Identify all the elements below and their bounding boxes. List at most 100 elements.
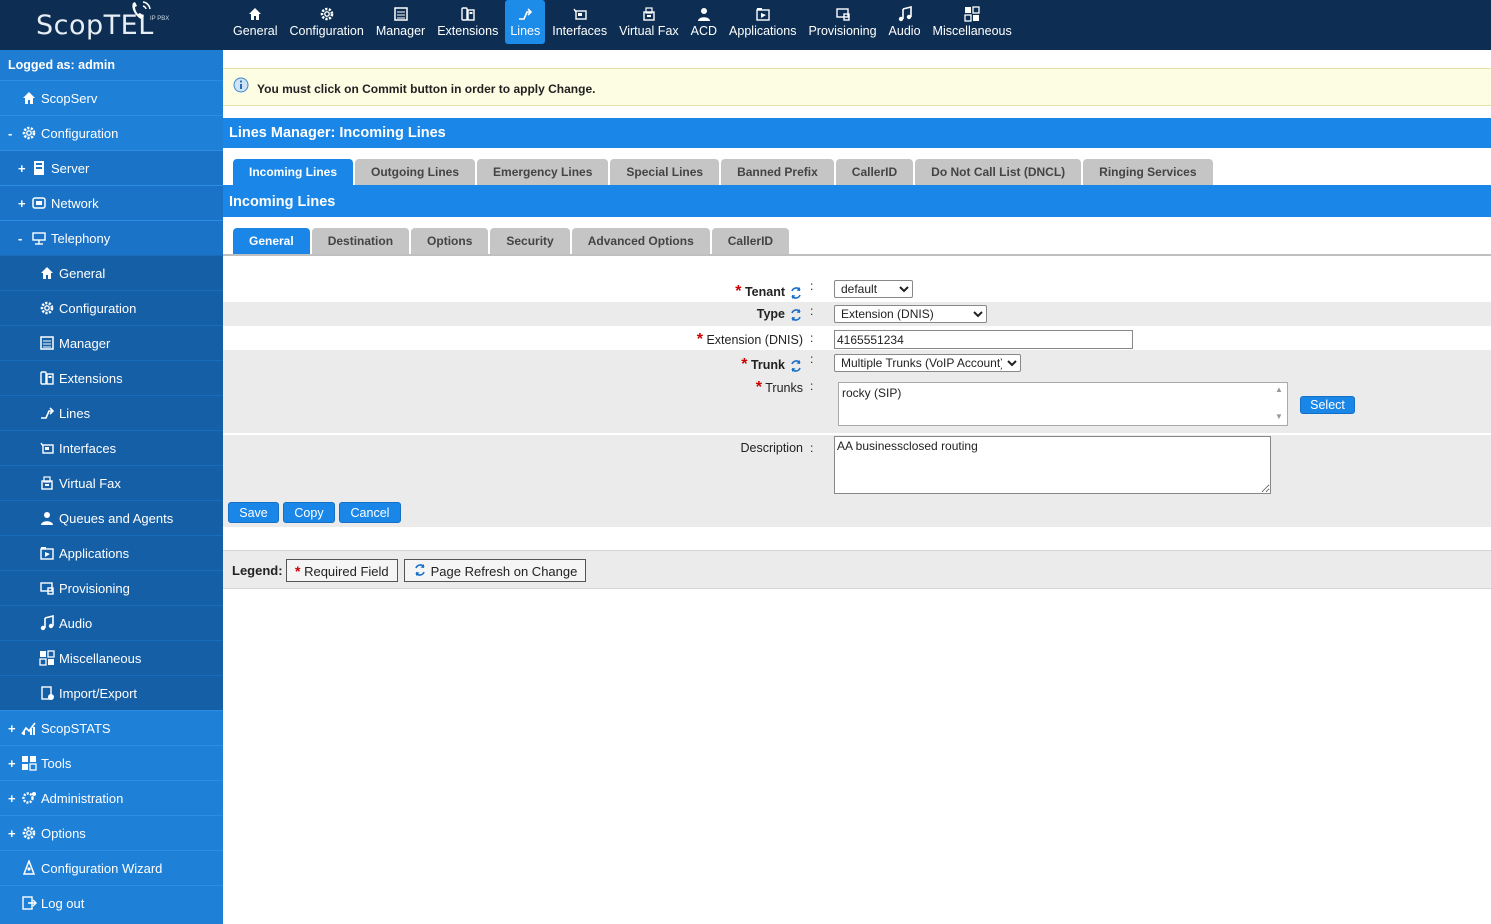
sidebar-item-import-export[interactable]: Import/Export <box>0 675 223 710</box>
tab-ringing-services[interactable]: Ringing Services <box>1083 159 1213 186</box>
expand-toggle[interactable]: + <box>18 196 30 211</box>
expand-toggle[interactable]: + <box>8 826 20 841</box>
topnav-applications[interactable]: Applications <box>724 0 801 44</box>
home-icon <box>249 8 262 20</box>
listbox-scrollbar[interactable]: ▲ ▼ <box>1273 385 1285 423</box>
subtab-security[interactable]: Security <box>490 228 570 255</box>
sidebar-item-extensions[interactable]: Extensions <box>0 360 223 395</box>
tab-banned-prefix[interactable]: Banned Prefix <box>721 159 834 186</box>
gear-icon <box>22 826 36 840</box>
sidebar-item-label: Provisioning <box>59 580 130 596</box>
colon: : <box>810 304 814 318</box>
type-select[interactable]: Extension (DNIS) <box>834 305 987 323</box>
sidebar-item-virtual-fax[interactable]: Virtual Fax <box>0 465 223 500</box>
required-icon: * <box>696 331 703 348</box>
topnav-provisioning[interactable]: Provisioning <box>803 0 881 44</box>
trunks-listbox[interactable]: rocky (SIP) ▲ ▼ <box>838 382 1288 426</box>
topnav-acd[interactable]: ACD <box>686 0 722 44</box>
page-title: Lines Manager: Incoming Lines <box>223 118 1491 148</box>
topnav-manager[interactable]: Manager <box>371 0 430 44</box>
top-bar: ScopTEL IP PBX General Configuration Manag… <box>0 0 1491 50</box>
sidebar-item-log-out[interactable]: Log out <box>0 885 223 920</box>
topnav-general[interactable]: General <box>228 0 282 44</box>
sidebar-item-scopstats[interactable]: + ScopSTATS <box>0 710 223 745</box>
tab-incoming-lines[interactable]: Incoming Lines <box>233 159 354 186</box>
sidebar-item-tools[interactable]: + Tools <box>0 745 223 780</box>
sidebar-item-provisioning[interactable]: Provisioning <box>0 570 223 605</box>
notice-message: You must click on Commit button in order… <box>257 82 596 96</box>
expand-toggle[interactable]: + <box>8 721 20 736</box>
required-icon: * <box>295 563 301 579</box>
sidebar-item-label: Options <box>41 825 86 841</box>
sidebar-item-interfaces[interactable]: Interfaces <box>0 430 223 465</box>
tab-emergency-lines[interactable]: Emergency Lines <box>477 159 609 186</box>
expand-toggle[interactable]: + <box>8 791 20 806</box>
topnav-lines[interactable]: Lines <box>505 0 546 44</box>
trunks-list-item[interactable]: rocky (SIP) <box>842 386 901 400</box>
sidebar-item-administration[interactable]: + Administration <box>0 780 223 815</box>
sidebar-item-lines[interactable]: Lines <box>0 395 223 430</box>
sidebar-item-network[interactable]: + Network <box>0 185 223 220</box>
sidebar-item-label: General <box>59 265 106 281</box>
logo[interactable]: ScopTEL IP PBX <box>0 0 223 50</box>
sidebar-item-scopserv[interactable]: ScopServ <box>0 80 223 115</box>
home-icon <box>23 92 35 104</box>
trunk-select[interactable]: Multiple Trunks (VoIP Account) <box>834 354 1021 372</box>
topnav-audio[interactable]: Audio <box>884 0 926 44</box>
topnav-miscellaneous[interactable]: Miscellaneous <box>928 0 1017 44</box>
extension-label: * Extension (DNIS) <box>697 331 803 349</box>
expand-toggle[interactable]: + <box>18 161 30 176</box>
extension-input[interactable] <box>834 330 1133 349</box>
tab-outgoing-lines[interactable]: Outgoing Lines <box>355 159 476 186</box>
expand-toggle[interactable]: + <box>8 756 20 771</box>
description-label: Description <box>740 441 803 455</box>
topnav-extensions[interactable]: Extensions <box>432 0 503 44</box>
sidebar-item-audio[interactable]: Audio <box>0 605 223 640</box>
tab-special-lines[interactable]: Special Lines <box>610 159 720 186</box>
subtab-options[interactable]: Options <box>411 228 489 255</box>
refresh-icon <box>791 359 801 372</box>
topnav-label: Manager <box>375 24 426 38</box>
save-button[interactable]: Save <box>228 502 279 523</box>
subtab-callerid[interactable]: CallerID <box>711 228 790 255</box>
home-icon <box>41 267 53 279</box>
subtab-general[interactable]: General <box>233 228 310 255</box>
sidebar-item-manager[interactable]: Manager <box>0 325 223 360</box>
import-export-icon <box>41 686 54 700</box>
topnav-configuration[interactable]: Configuration <box>284 0 368 44</box>
sidebar-item-general[interactable]: General <box>0 255 223 290</box>
expand-toggle[interactable]: - <box>8 126 20 141</box>
sidebar-item-configuration[interactable]: Configuration <box>0 290 223 325</box>
topnav-interfaces[interactable]: Interfaces <box>547 0 612 44</box>
topnav-label: General <box>233 24 278 38</box>
sidebar-item-applications[interactable]: Applications <box>0 535 223 570</box>
commit-notice: You must click on Commit button in order… <box>223 68 1491 106</box>
sidebar-item-configuration-wizard[interactable]: Configuration Wizard <box>0 850 223 885</box>
gear-icon <box>40 301 54 315</box>
sidebar-item-telephony[interactable]: - Telephony <box>0 220 223 255</box>
sidebar-item-queues-and-agents[interactable]: Queues and Agents <box>0 500 223 535</box>
subtab-destination[interactable]: Destination <box>311 228 410 255</box>
description-textarea[interactable]: AA businessclosed routing <box>834 436 1271 494</box>
sidebar-item-server[interactable]: + Server <box>0 150 223 185</box>
topnav-virtual-fax[interactable]: Virtual Fax <box>614 0 684 44</box>
sidebar-item-label: Extensions <box>59 370 123 386</box>
select-trunks-button[interactable]: Select <box>1300 396 1355 414</box>
sidebar-item-configuration[interactable]: - Configuration <box>0 115 223 150</box>
music-icon <box>898 5 912 22</box>
tab-callerid[interactable]: CallerID <box>835 159 914 186</box>
copy-button[interactable]: Copy <box>283 502 335 523</box>
topnav-label: Interfaces <box>552 24 608 38</box>
tab-do-not-call-list-dncl[interactable]: Do Not Call List (DNCL) <box>915 159 1082 186</box>
sidebar-item-options[interactable]: + Options <box>0 815 223 850</box>
music-icon <box>40 615 54 631</box>
required-icon: * <box>755 379 762 396</box>
expand-toggle[interactable]: - <box>18 231 30 246</box>
cancel-button[interactable]: Cancel <box>339 502 401 523</box>
sidebar-item-label: Tools <box>41 755 72 771</box>
sidebar-item-miscellaneous[interactable]: Miscellaneous <box>0 640 223 675</box>
subtab-advanced-options[interactable]: Advanced Options <box>571 228 710 255</box>
sidebar-item-label: Configuration <box>59 300 137 316</box>
logged-as-label: Logged as: admin <box>0 50 223 80</box>
tenant-select[interactable]: default <box>834 280 913 298</box>
